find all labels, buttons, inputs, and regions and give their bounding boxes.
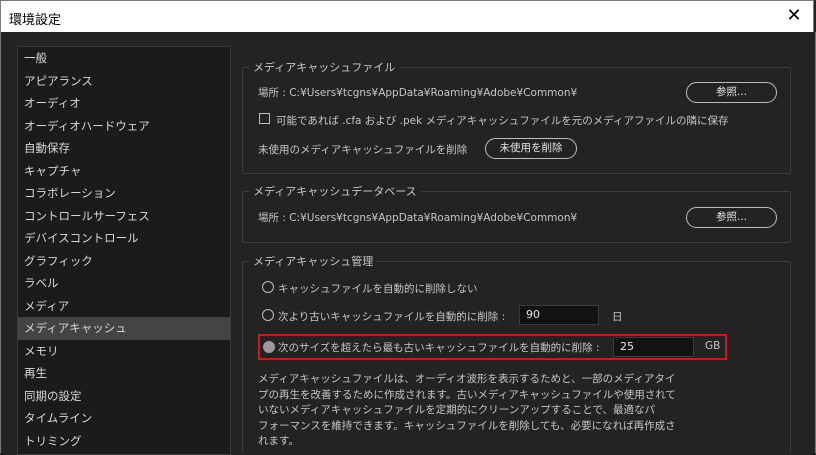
- browse-cache-files-button[interactable]: 参照...: [686, 82, 777, 103]
- description-line: フォーマンスを維持できます。キャッシュファイルを削除しても、必要になれば再作成さ: [258, 419, 676, 432]
- sidebar-item-graphics[interactable]: グラフィック: [18, 250, 230, 273]
- save-next-to-media-checkbox[interactable]: [259, 113, 270, 124]
- radio-delete-when-exceeds[interactable]: [263, 341, 275, 353]
- sidebar-item-capture[interactable]: キャプチャ: [18, 160, 230, 183]
- sidebar-item-appearance[interactable]: アピアランス: [18, 70, 230, 93]
- sidebar-item-media-cache[interactable]: メディアキャッシュ: [18, 317, 230, 340]
- section-title-cache-management: メディアキャッシュ管理: [249, 253, 378, 269]
- save-next-to-media-label: 可能であれば .cfa および .pek メディアキャッシュファイルを元のメディ…: [276, 115, 729, 127]
- description-line: れます。: [258, 435, 299, 447]
- sidebar-item-general[interactable]: 一般: [18, 47, 230, 70]
- sidebar-item-playback[interactable]: 再生: [18, 362, 230, 385]
- radio-no-auto-delete[interactable]: [262, 281, 274, 293]
- section-title-cache-database: メディアキャッシュデータベース: [249, 183, 421, 199]
- sidebar-item-sync-settings[interactable]: 同期の設定: [18, 385, 230, 408]
- cache-db-location: 場所 : C:¥Users¥tcgns¥AppData¥Roaming¥Adob…: [258, 212, 578, 224]
- sidebar-item-memory[interactable]: メモリ: [18, 340, 230, 363]
- size-limit-unit: GB: [705, 340, 721, 352]
- sidebar-item-audio[interactable]: オーディオ: [18, 92, 230, 115]
- description-line: メディアキャッシュファイルは、オーディオ波形を表示するためと、一部のメディアタイ: [258, 373, 676, 385]
- sidebar-item-trimming[interactable]: トリミング: [18, 430, 230, 453]
- older-than-days-input[interactable]: 90: [519, 305, 599, 325]
- cache-description: メディアキャッシュファイルは、オーディオ波形を表示するためと、一部のメディアタイ…: [258, 372, 698, 450]
- cache-files-location: 場所 : C:¥Users¥tcgns¥AppData¥Roaming¥Adob…: [258, 87, 578, 99]
- sidebar-item-device-control[interactable]: デバイスコントロール: [18, 227, 230, 250]
- older-than-unit: 日: [612, 311, 623, 323]
- sidebar-item-auto-save[interactable]: 自動保存: [18, 137, 230, 160]
- radio-delete-when-exceeds-label: 次のサイズを超えたら最も古いキャッシュファイルを自動的に削除 :: [278, 342, 600, 354]
- remove-unused-text: 未使用のメディアキャッシュファイルを削除: [258, 144, 468, 156]
- title-bar: 環境設定 ✕: [0, 0, 814, 32]
- sidebar-item-collaboration[interactable]: コラボレーション: [18, 182, 230, 205]
- radio-delete-older-than[interactable]: [262, 309, 274, 321]
- browse-cache-db-button[interactable]: 参照...: [686, 207, 777, 228]
- sidebar-item-audio-hardware[interactable]: オーディオハードウェア: [18, 115, 230, 138]
- description-line: いないメディアキャッシュファイルを定期的にクリーンアップすることで、最適なパ: [258, 404, 656, 416]
- remove-unused-button[interactable]: 未使用を削除: [485, 138, 577, 159]
- close-icon[interactable]: ✕: [783, 5, 805, 27]
- section-title-cache-files: メディアキャッシュファイル: [249, 59, 400, 75]
- sidebar-item-media[interactable]: メディア: [18, 295, 230, 318]
- description-line: プの再生を改善するために作成されます。古いメディアキャッシュファイルや使用されて: [258, 388, 676, 401]
- radio-delete-older-than-label: 次より古いキャッシュファイルを自動的に削除 :: [278, 311, 506, 323]
- size-limit-input[interactable]: 25: [613, 337, 694, 357]
- window-title: 環境設定: [9, 13, 62, 28]
- radio-no-auto-delete-label: キャッシュファイルを自動的に削除しない: [278, 283, 478, 295]
- sidebar-item-labels[interactable]: ラベル: [18, 272, 230, 295]
- category-list[interactable]: 一般 アピアランス オーディオ オーディオハードウェア 自動保存 キャプチャ コ…: [17, 46, 231, 455]
- sidebar-item-control-surface[interactable]: コントロールサーフェス: [18, 205, 230, 228]
- sidebar-item-timeline[interactable]: タイムライン: [18, 407, 230, 430]
